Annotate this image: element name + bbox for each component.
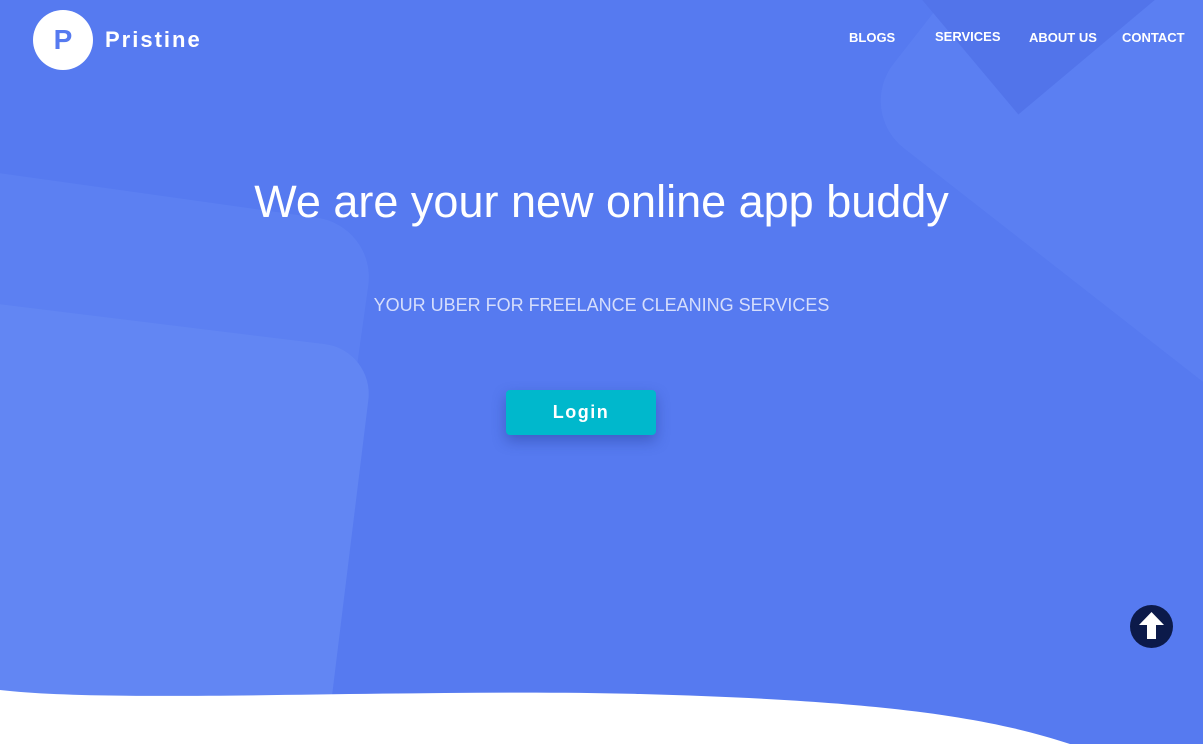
background-shape-right-top (889, 0, 1157, 115)
brand-logo[interactable]: P Pristine (33, 10, 202, 70)
brand-name: Pristine (105, 27, 202, 52)
hero-section: P Pristine BLOGS SERVICES ABOUT US CONTA… (0, 0, 1203, 744)
background-shape-left (0, 159, 377, 744)
nav-item-services[interactable]: SERVICES (935, 29, 1001, 44)
hero-subtitle: YOUR UBER FOR FREELANCE CLEANING SERVICE… (373, 295, 830, 315)
login-button[interactable]: Login (506, 390, 656, 435)
hero-headline: We are your new online app buddy (254, 176, 949, 227)
nav-item-contact[interactable]: CONTACT (1122, 30, 1185, 45)
arrow-up-circle-icon (1130, 605, 1173, 648)
main-nav: BLOGS SERVICES ABOUT US CONTACT (823, 29, 1203, 50)
scroll-to-top-button[interactable] (1130, 605, 1173, 648)
nav-item-blogs[interactable]: BLOGS (849, 30, 895, 45)
logo-mark: P (33, 10, 93, 70)
nav-item-about-us[interactable]: ABOUT US (1029, 30, 1097, 45)
bottom-wave (0, 690, 1070, 744)
